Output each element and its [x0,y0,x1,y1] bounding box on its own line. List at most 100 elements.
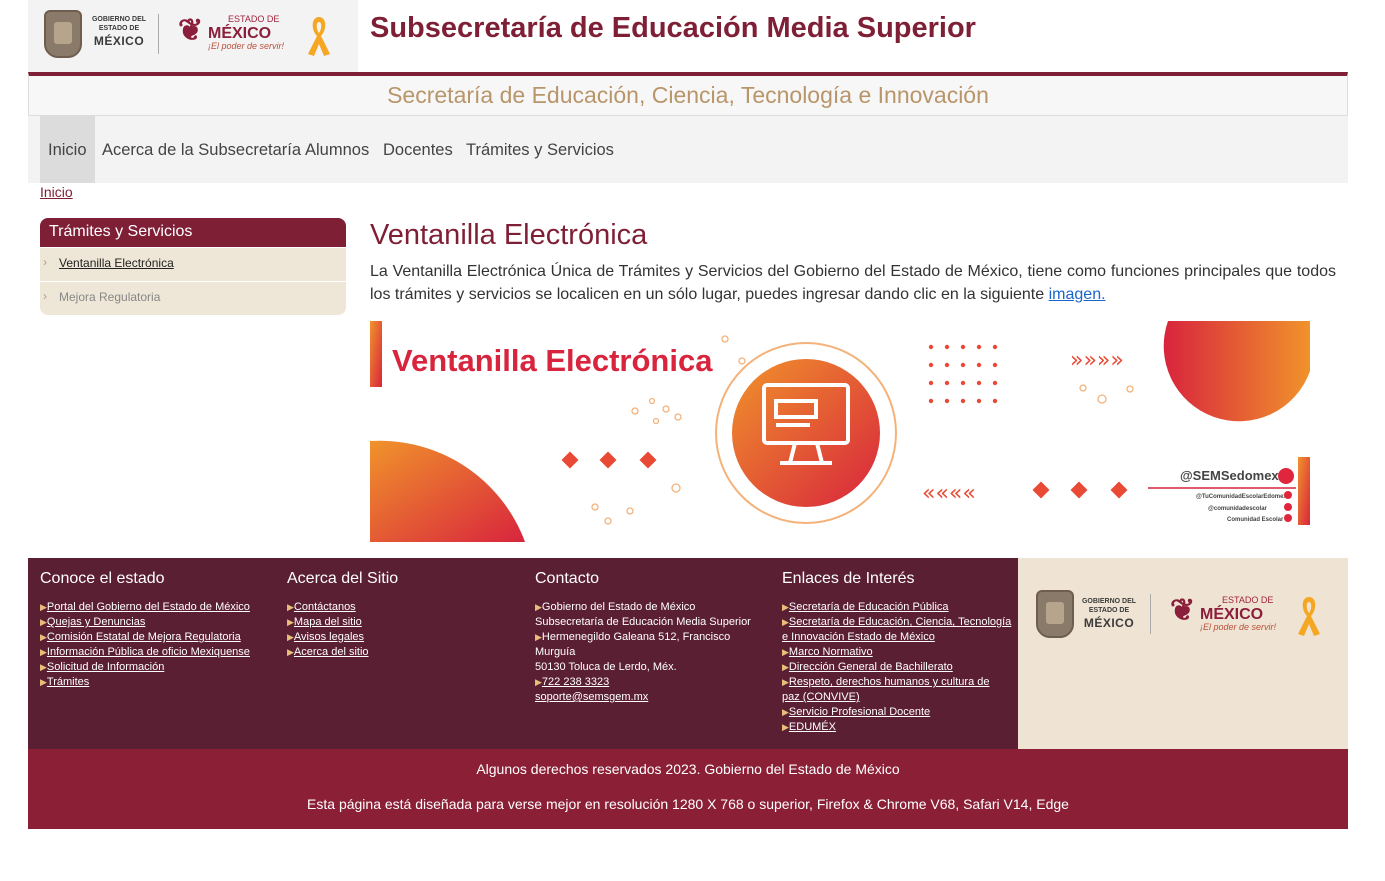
banner-bar [370,321,382,387]
state-seal-icon [44,10,82,58]
ribbon-icon [308,17,330,56]
banner-handle: @SEMSedomex [1180,468,1279,483]
sidebar-item-ventanilla[interactable]: Ventanilla Electrónica [40,247,346,281]
footer-link[interactable]: Respeto, derechos humanos y cultura de [789,676,990,688]
banner-social-1: @TuComunidadEscolarEdomex [1196,494,1287,500]
footer-col-enlaces: Enlaces de Interés ▶Secretaría de Educac… [782,570,1012,735]
contact-phone[interactable]: 722 238 3323 [542,676,609,688]
government-logo[interactable]: GOBIERNO DEL ESTADO DE MÉXICO ❦ ESTADO D… [28,0,358,72]
footer-estado-text: ESTADO DE MÉXICO ¡El poder de servir! [1200,595,1277,633]
diamond-row-left [561,451,657,469]
footer-gov-text: GOBIERNO DEL ESTADO DE MÉXICO [1081,598,1137,630]
left-arc [370,440,525,542]
copyright-bar: Algunos derechos reservados 2023. Gobier… [28,749,1348,829]
bullet-icon: ▶ [782,677,789,687]
footer-logo-divider [1150,594,1151,634]
bullet-icon: ▶ [782,662,789,672]
bullet-icon: ▶ [40,647,47,657]
footer-col-estado: Conoce el estado ▶Portal del Gobierno de… [40,570,275,690]
contact-address: Hermenegildo Galeana 512, Francisco [541,631,731,643]
sidebar-menu: Trámites y Servicios Ventanilla Electrón… [40,218,346,315]
bullet-icon: ▶ [40,677,47,687]
footer-heading-contacto: Contacto [535,570,600,587]
footer-link[interactable]: e Innovación Estado de México [782,631,935,643]
chevrons-left-icon: «««« [922,481,976,506]
footer-link[interactable]: Secretaría de Educación, Ciencia, Tecnol… [789,616,1011,628]
youtube-icon [1284,514,1292,522]
instagram-icon [1284,503,1292,511]
page-title: Ventanilla Electrónica [370,219,648,251]
bullet-icon: ▶ [287,647,294,657]
nav-item-inicio[interactable]: Inicio [40,116,95,183]
footer-link[interactable]: EDUMÉX [789,721,836,733]
footer-link[interactable]: Dirección General de Bachillerato [789,661,953,673]
image-link[interactable]: imagen. [1049,286,1106,303]
bullet-icon: ▶ [287,617,294,627]
main-navigation: Inicio Acerca de la Subsecretaría Alumno… [28,116,1348,183]
banner-social-2: @comunidadescolar [1208,506,1268,512]
ventanilla-banner[interactable]: Ventanilla Electrónica »»»» «««« @SEMSed… [370,321,1310,542]
page-description: La Ventanilla Electrónica Única de Trámi… [370,260,1336,306]
browser-note: Esta página está diseñada para verse mej… [307,796,1069,812]
footer-col-sitio: Acerca del Sitio ▶Contáctanos ▶Mapa del … [287,570,522,660]
footer-link[interactable]: Marco Normativo [789,646,873,658]
contact-city: 50130 Toluca de Lerdo, Méx. [535,661,677,673]
footer-link[interactable]: Comisión Estatal de Mejora Regulatoria [47,631,241,643]
footer-heading-estado: Conoce el estado [40,570,165,587]
nav-item-tramites[interactable]: Trámites y Servicios [458,116,622,183]
footer-col-contacto: Contacto ▶Gobierno del Estado de México … [535,570,770,705]
banner-graphic: Ventanilla Electrónica »»»» «««« @SEMSed… [370,321,1310,542]
gov-logo-text: GOBIERNO DEL ESTADO DE MÉXICO [91,16,147,48]
bullet-icon: ▶ [535,632,542,642]
bullet-icon: ▶ [535,602,542,612]
facebook-icon [1284,491,1292,499]
contact-address-2: Murguía [535,646,576,658]
bullet-icon: ▶ [535,677,542,687]
diamond-row-right [1032,481,1128,499]
footer-link[interactable]: Avisos legales [294,631,364,643]
banner-heading: Ventanilla Electrónica [392,343,713,378]
site-title: Subsecretaría de Educación Media Superio… [370,12,976,44]
bullet-icon: ▶ [782,647,789,657]
footer-link[interactable]: Solicitud de Información [47,661,164,673]
sidebar-title: Trámites y Servicios [40,218,346,247]
bullet-icon: ▶ [782,707,789,717]
footer-ribbon-icon [1298,597,1320,636]
sidebar-item-mejora[interactable]: Mejora Regulatoria [40,281,346,315]
footer-link[interactable]: Información Pública de oficio Mexiquense [47,646,250,658]
footer-link[interactable]: paz (CONVIVE) [782,691,860,703]
footer-link[interactable]: Portal del Gobierno del Estado de México [47,601,250,613]
estado-logo-text: ESTADO DE MÉXICO ¡El poder de servir! [208,14,285,52]
banner-social-3: Comunidad Escolar [1227,517,1284,523]
logo-divider [158,14,159,54]
nav-item-docentes[interactable]: Docentes [375,116,461,183]
footer-heading-enlaces: Enlaces de Interés [782,570,915,587]
contact-email[interactable]: soporte@semsgem.mx [535,691,648,703]
bullet-icon: ▶ [287,632,294,642]
footer-link[interactable]: Servicio Profesional Docente [789,706,930,718]
eagle-icon: ❦ [178,14,204,47]
nav-item-alumnos[interactable]: Alumnos [297,116,377,183]
nav-item-acerca[interactable]: Acerca de la Subsecretaría [94,116,309,183]
footer-seal-icon [1036,590,1074,638]
description-text: La Ventanilla Electrónica Única de Trámi… [370,263,1336,303]
footer-link[interactable]: Trámites [47,676,89,688]
ministry-subtitle: Secretaría de Educación, Ciencia, Tecnol… [28,72,1348,116]
footer-logo: GOBIERNO DEL ESTADO DE MÉXICO ❦ ESTADO D… [1018,558,1348,749]
contact-org: Gobierno del Estado de México [541,601,696,613]
bullet-icon: ▶ [782,602,789,612]
footer-heading-sitio: Acerca del Sitio [287,570,399,587]
dots-grid [928,344,998,404]
footer-eagle-icon: ❦ [1170,594,1196,627]
site-header: GOBIERNO DEL ESTADO DE MÉXICO ❦ ESTADO D… [28,0,1348,72]
bullet-icon: ▶ [40,632,47,642]
footer-link[interactable]: Quejas y Denuncias [47,616,145,628]
footer-link[interactable]: Contáctanos [294,601,356,613]
breadcrumb-inicio[interactable]: Inicio [40,184,73,200]
footer-link[interactable]: Acerca del sitio [294,646,369,658]
footer-link[interactable]: Secretaría de Educación Pública [789,601,949,613]
chevrons-right-icon: »»»» [1070,348,1124,373]
bullet-icon: ▶ [782,722,789,732]
footer-link[interactable]: Mapa del sitio [294,616,362,628]
bullet-icon: ▶ [40,617,47,627]
